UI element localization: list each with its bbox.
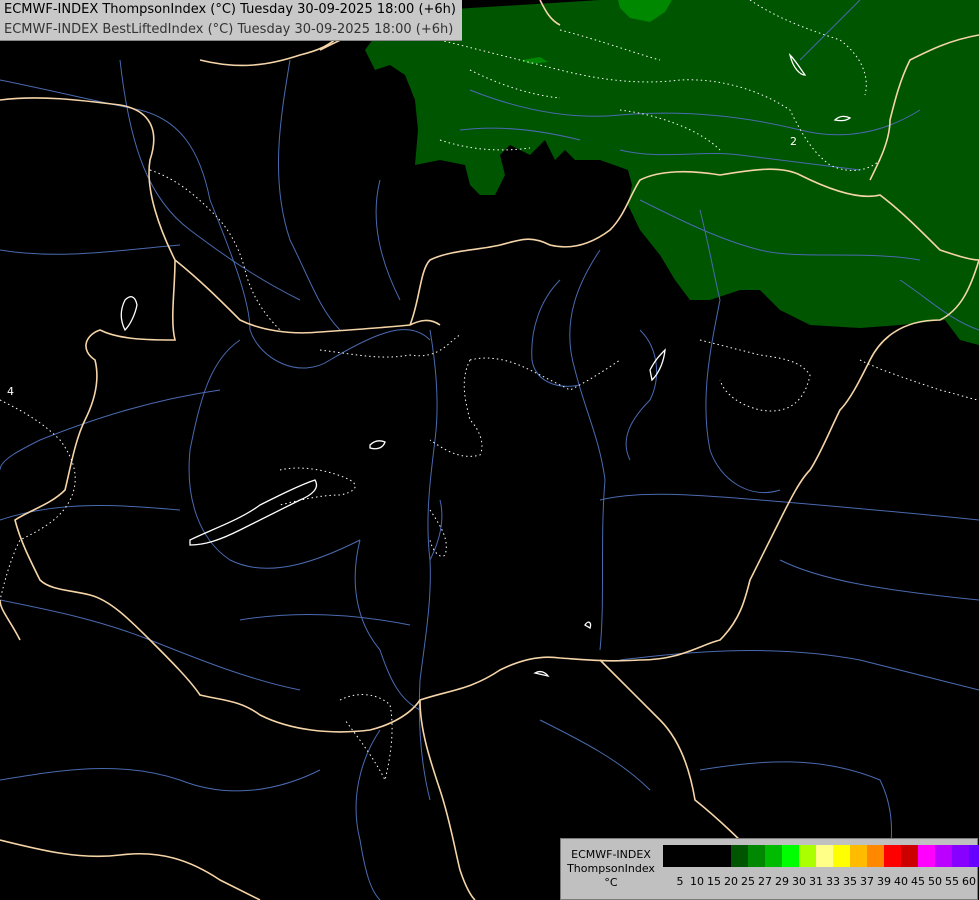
legend-tick-label: 29 bbox=[775, 875, 789, 888]
legend-swatch bbox=[918, 845, 935, 867]
legend-swatch bbox=[799, 845, 816, 867]
contour-label: 4 bbox=[7, 385, 14, 398]
legend-tick-label: 55 bbox=[945, 875, 959, 888]
legend-tick-label: 27 bbox=[758, 875, 772, 888]
legend-unit: °C bbox=[604, 876, 618, 889]
legend-tick-label: 50 bbox=[928, 875, 942, 888]
legend-swatch bbox=[680, 845, 697, 867]
legend-swatch bbox=[833, 845, 850, 867]
legend-tick-label: 5 bbox=[676, 875, 684, 888]
legend-swatch bbox=[952, 845, 969, 867]
contour-label: 2 bbox=[790, 135, 797, 148]
legend-tick-label: 15 bbox=[707, 875, 721, 888]
map-title-box: ECMWF-INDEX ThompsonIndex (°C) Tuesday 3… bbox=[0, 0, 462, 41]
weather-map: 2 4 bbox=[0, 0, 979, 900]
legend-swatch bbox=[731, 845, 748, 867]
legend-swatch bbox=[782, 845, 799, 867]
legend-tick-label: 40 bbox=[894, 875, 908, 888]
legend-tick-label: 60 bbox=[962, 875, 976, 888]
legend-tick-label: 30 bbox=[792, 875, 806, 888]
legend-swatch bbox=[850, 845, 867, 867]
legend-tick-label: 20 bbox=[724, 875, 738, 888]
legend-swatch bbox=[969, 845, 979, 867]
legend-tick-label: 25 bbox=[741, 875, 755, 888]
legend-swatch bbox=[663, 845, 680, 867]
legend-tick-label: 39 bbox=[877, 875, 891, 888]
legend-tick-label: 33 bbox=[826, 875, 840, 888]
legend-swatch bbox=[714, 845, 731, 867]
legend-swatch bbox=[901, 845, 918, 867]
legend-tick-label: 31 bbox=[809, 875, 823, 888]
title-thompson-index: ECMWF-INDEX ThompsonIndex (°C) Tuesday 3… bbox=[4, 2, 456, 17]
legend-swatch bbox=[816, 845, 833, 867]
legend-swatch bbox=[697, 845, 714, 867]
legend-tick-labels: 5 10 15 20 25 27 29 30 31 33 35 37 39 40 45 50 55 60 bbox=[663, 875, 977, 891]
legend-color-bar bbox=[663, 845, 979, 867]
legend-swatch bbox=[935, 845, 952, 867]
legend-parameter: ThompsonIndex bbox=[567, 862, 655, 875]
legend-tick-label: 45 bbox=[911, 875, 925, 888]
legend-swatch bbox=[748, 845, 765, 867]
legend-tick-label: 37 bbox=[860, 875, 874, 888]
legend-model: ECMWF-INDEX bbox=[571, 848, 651, 861]
legend-tick-label: 35 bbox=[843, 875, 857, 888]
title-best-lifted-index: ECMWF-INDEX BestLiftedIndex (°C) Tuesday… bbox=[4, 22, 454, 37]
legend-tick-label: 10 bbox=[690, 875, 704, 888]
legend-swatch bbox=[884, 845, 901, 867]
legend-swatch bbox=[765, 845, 782, 867]
legend-label: ECMWF-INDEX ThompsonIndex °C bbox=[561, 839, 661, 899]
color-legend: ECMWF-INDEX ThompsonIndex °C 5 10 15 20 25 27… bbox=[560, 838, 979, 900]
legend-swatch bbox=[867, 845, 884, 867]
